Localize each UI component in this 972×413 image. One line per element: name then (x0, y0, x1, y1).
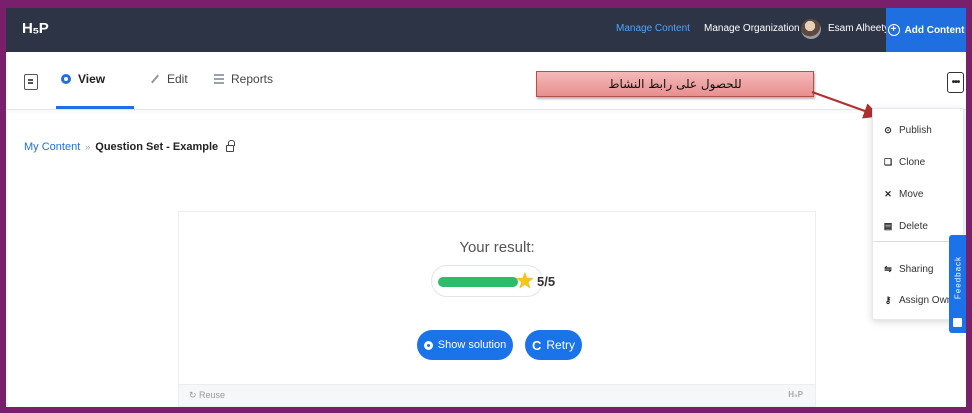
trash-icon: ▤ (883, 221, 893, 231)
menu-sharing-label: Sharing (899, 264, 934, 275)
menu-item-delete[interactable]: ▤ Delete (883, 221, 928, 232)
tab-edit-label: Edit (167, 72, 188, 86)
show-solution-label: Show solution (437, 339, 507, 351)
score-track (438, 277, 518, 287)
content-preview-card: Your result: ★ 5/5 Show solution C Retry… (178, 211, 816, 407)
score-bar: ★ 5/5 (431, 265, 555, 297)
star-icon: ★ (515, 268, 535, 293)
app-root: H₅P Manage Content Manage Organization E… (6, 8, 966, 407)
menu-move-label: Move (899, 189, 924, 200)
menu-clone-label: Clone (899, 157, 926, 168)
tab-view-label: View (78, 72, 106, 86)
user-avatar[interactable] (801, 19, 821, 39)
card-footer: ↻ Reuse H₅P (179, 384, 815, 406)
score-fill (438, 277, 518, 287)
publish-icon: ⊙ (884, 125, 892, 135)
result-title: Your result: (459, 239, 535, 256)
menu-item-move[interactable]: ✕ Move (883, 189, 923, 200)
score-text: 5/5 (537, 274, 556, 289)
eye-icon (61, 74, 71, 84)
h5p-footer-logo: H₅P (788, 390, 803, 399)
move-icon: ✕ (884, 189, 892, 199)
retry-label: Retry (546, 338, 576, 352)
nav-manage-content[interactable]: Manage Content (616, 23, 690, 34)
reports-icon (214, 73, 224, 85)
add-content-label: Add Content (904, 24, 965, 36)
top-navbar: H₅P Manage Content Manage Organization E… (6, 8, 966, 52)
breadcrumb-separator: » (85, 142, 91, 152)
feedback-label: Feedback (953, 255, 963, 300)
menu-delete-label: Delete (899, 221, 928, 232)
content-tabs-bar: View Edit Reports (6, 52, 966, 110)
plus-circle-icon: + (887, 24, 900, 36)
menu-publish-label: Publish (899, 125, 932, 136)
reuse-label: Reuse (199, 390, 226, 400)
page-title: Question Set - Example (95, 141, 219, 153)
window-frame: H₅P Manage Content Manage Organization E… (0, 0, 972, 413)
sharing-icon: ⇋ (884, 264, 892, 274)
annotation-callout: للحصول على رابط النشاط (536, 71, 814, 97)
tab-reports[interactable]: Reports (214, 72, 273, 86)
lock-icon (226, 140, 235, 152)
tab-reports-label: Reports (231, 72, 274, 86)
clone-icon: ❏ (883, 157, 893, 167)
retry-icon: C (531, 337, 542, 353)
breadcrumb: My Content » Question Set - Example (24, 140, 235, 153)
key-icon: ⚷ (884, 295, 892, 305)
document-icon[interactable] (24, 74, 38, 90)
nav-manage-organization[interactable]: Manage Organization (704, 23, 800, 34)
feedback-tab[interactable]: Feedback (949, 235, 966, 333)
pencil-icon (151, 74, 159, 84)
tab-view[interactable]: View (61, 72, 105, 86)
reuse-button[interactable]: ↻ Reuse (189, 390, 225, 401)
menu-item-clone[interactable]: ❏ Clone (883, 157, 925, 168)
feedback-icon (953, 318, 962, 327)
more-options-button[interactable]: ••• (947, 72, 964, 93)
retry-button[interactable]: C Retry (525, 330, 582, 360)
eye-icon (423, 340, 433, 350)
menu-item-publish[interactable]: ⊙ Publish (883, 125, 932, 136)
h5p-logo[interactable]: H₅P (22, 20, 49, 37)
breadcrumb-my-content[interactable]: My Content (24, 141, 80, 153)
show-solution-button[interactable]: Show solution (417, 330, 513, 360)
tab-edit[interactable]: Edit (150, 72, 188, 86)
active-tab-indicator (56, 106, 134, 109)
menu-item-sharing[interactable]: ⇋ Sharing (883, 264, 933, 275)
add-content-button[interactable]: + Add Content (886, 8, 966, 52)
